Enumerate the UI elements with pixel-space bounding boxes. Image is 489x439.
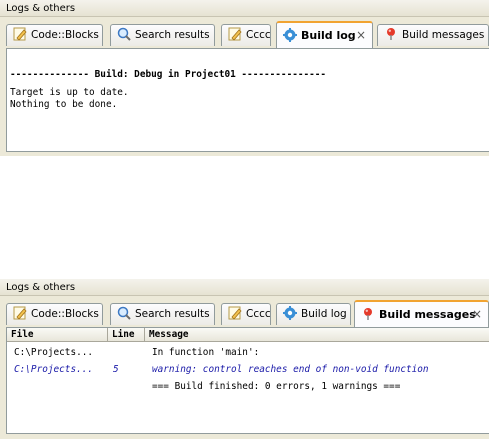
panel-title: Logs & others (0, 279, 489, 296)
gear-icon (283, 306, 297, 320)
pencil-icon (13, 306, 27, 320)
magnifier-icon (117, 306, 131, 320)
pencil-icon (13, 27, 27, 41)
magnifier-icon (117, 27, 131, 41)
build-log-output[interactable]: -------------- Build: Debug in Project01… (6, 48, 489, 152)
pin-icon (361, 305, 375, 320)
gear-icon (283, 26, 297, 42)
tab-cccc[interactable]: Cccc (221, 24, 271, 46)
tab-label: Build log (301, 29, 356, 42)
column-header-file[interactable]: File (7, 328, 108, 342)
tab-build-messages[interactable]: Build messages × (354, 300, 489, 327)
tab-codeblocks[interactable]: Code::Blocks (6, 303, 103, 325)
tab-search-results[interactable]: Search results (110, 303, 215, 325)
tab-bar: Code::Blocks Search results Cccc Build l… (6, 300, 489, 327)
tab-label: Build messages (402, 29, 485, 41)
tab-label: Search results (135, 308, 210, 320)
row-message[interactable]: In function 'main': (152, 347, 259, 359)
build-log-header: -------------- Build: Debug in Project01… (10, 69, 327, 80)
pin-icon (384, 27, 398, 41)
pencil-icon (228, 306, 242, 320)
tab-label: Cccc (246, 308, 271, 320)
tab-label: Cccc (246, 29, 271, 41)
build-log-line: Target is up to date. (10, 87, 129, 98)
tab-build-messages[interactable]: Build messages (377, 24, 489, 46)
close-icon[interactable]: × (356, 23, 366, 48)
build-log-line: Nothing to be done. (10, 99, 118, 110)
column-header-line[interactable]: Line (108, 328, 145, 342)
build-messages-table[interactable]: File Line Message C:\Projects... In func… (6, 327, 489, 434)
tab-label: Build messages (379, 308, 476, 321)
close-icon[interactable]: × (472, 302, 482, 327)
row-file[interactable]: C:\Projects... (14, 364, 93, 376)
tab-cccc[interactable]: Cccc (221, 303, 271, 325)
row-line[interactable]: 5 (113, 364, 119, 376)
tab-label: Code::Blocks (31, 29, 99, 41)
tab-build-log[interactable]: Build log × (276, 21, 373, 48)
tab-label: Code::Blocks (31, 308, 99, 320)
tab-bar: Code::Blocks Search results Cccc Build l… (6, 21, 489, 48)
column-header-message[interactable]: Message (145, 328, 489, 342)
row-message[interactable]: === Build finished: 0 errors, 1 warnings… (152, 381, 400, 393)
tab-search-results[interactable]: Search results (110, 24, 215, 46)
tab-build-log[interactable]: Build log (276, 303, 351, 325)
logs-panel-build-messages: Logs & others Code::Blocks Search result… (0, 279, 489, 439)
pencil-icon (228, 27, 242, 41)
panel-title: Logs & others (0, 0, 489, 17)
row-file[interactable]: C:\Projects... (14, 347, 93, 359)
tab-label: Build log (301, 308, 347, 320)
logs-panel-build-log: Logs & others Code::Blocks Search result… (0, 0, 489, 156)
tab-label: Search results (135, 29, 210, 41)
tab-codeblocks[interactable]: Code::Blocks (6, 24, 103, 46)
row-message[interactable]: warning: control reaches end of non-void… (152, 364, 429, 376)
